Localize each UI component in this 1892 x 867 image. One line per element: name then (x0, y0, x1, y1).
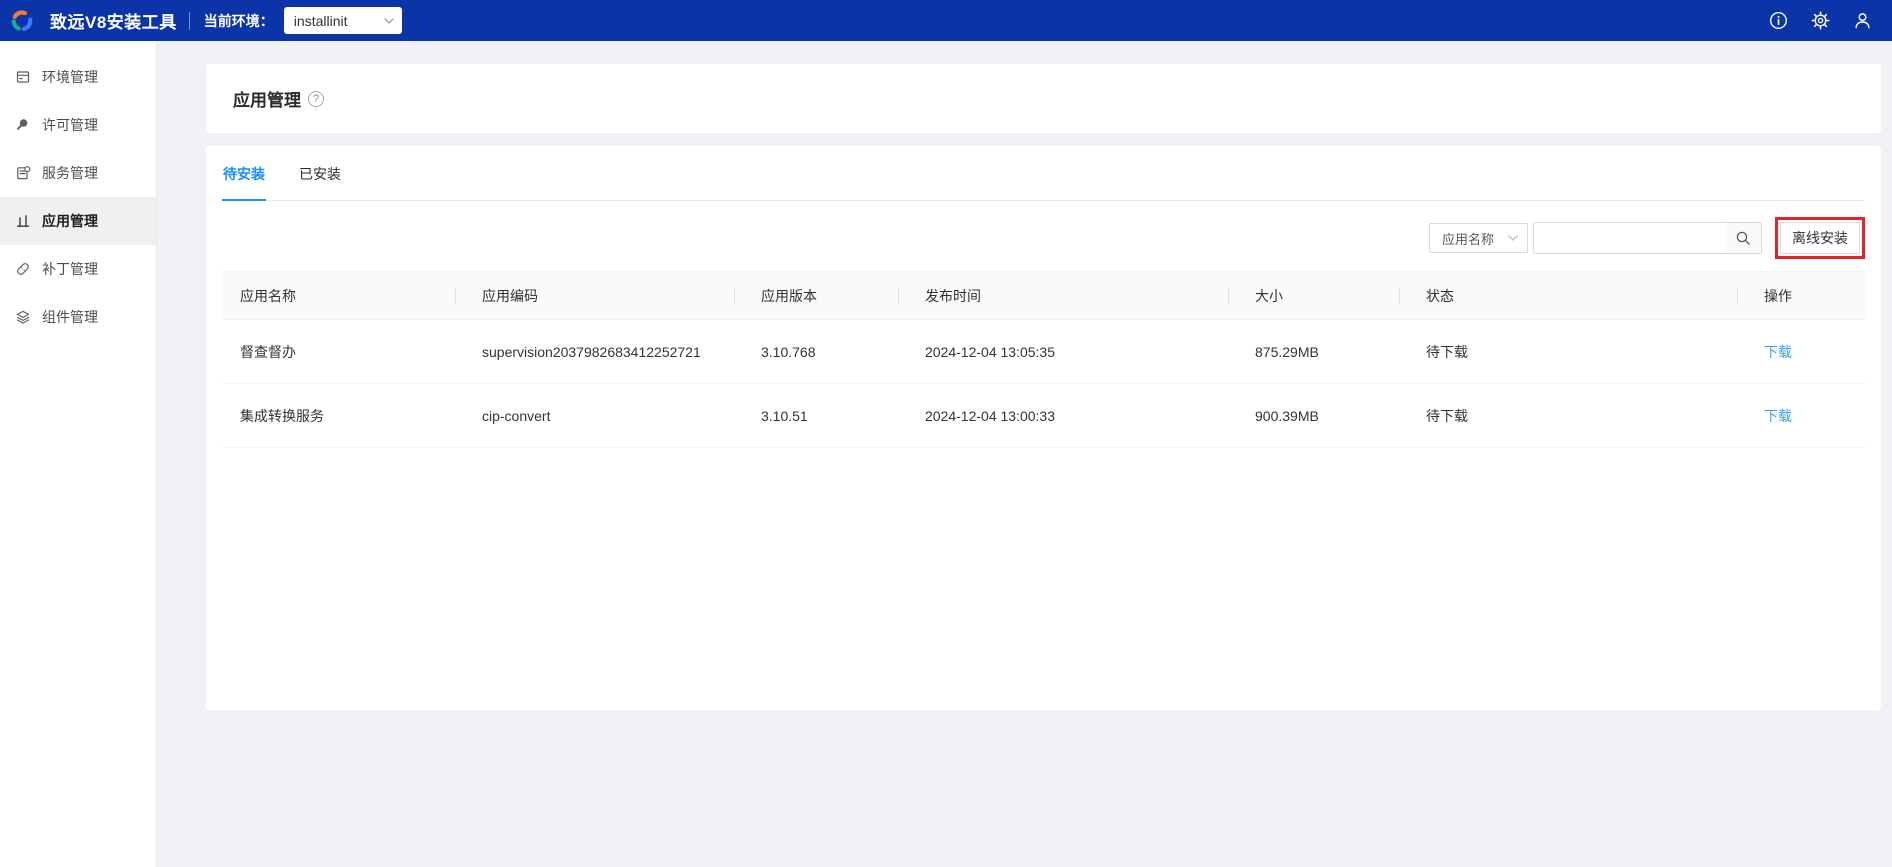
app-table: 应用名称 应用编码 应用版本 发布时间 大小 状态 操作 督查督办 superv (222, 271, 1865, 448)
app-root: 致远V8安装工具 当前环境： installinit 环境管理 许可管理 服务管… (0, 0, 1892, 867)
cell-app-name: 督查督办 (222, 319, 456, 384)
cell-app-code: cip-convert (456, 383, 735, 448)
page-header-card: 应用管理 ? (206, 64, 1881, 133)
chevron-down-icon (1508, 235, 1518, 241)
license-icon (15, 117, 31, 133)
sidebar-item-label: 服务管理 (42, 165, 98, 181)
environment-label: 当前环境： (203, 12, 274, 29)
column-publish-time: 发布时间 (899, 271, 1229, 320)
sidebar-item-service[interactable]: 服务管理 (0, 149, 156, 197)
sidebar-item-license[interactable]: 许可管理 (0, 101, 156, 149)
sidebar-item-label: 补丁管理 (42, 261, 98, 277)
info-icon[interactable] (1769, 11, 1788, 30)
search-icon[interactable] (1725, 223, 1761, 253)
cell-app-name: 集成转换服务 (222, 383, 456, 448)
sidebar: 环境管理 许可管理 服务管理 应用管理 补丁管理 组件管理 (0, 41, 157, 867)
topbar-divider (188, 11, 190, 30)
cell-size: 900.39MB (1229, 383, 1400, 448)
column-action: 操作 (1738, 271, 1865, 320)
table-row: 督查督办 supervision2037982683412252721 3.10… (222, 319, 1865, 384)
cell-publish-time: 2024-12-04 13:05:35 (899, 319, 1229, 384)
cell-app-version: 3.10.768 (735, 319, 899, 384)
cell-publish-time: 2024-12-04 13:00:33 (899, 383, 1229, 448)
sidebar-item-application[interactable]: 应用管理 (0, 197, 156, 245)
column-status: 状态 (1400, 271, 1738, 320)
column-app-code: 应用编码 (456, 271, 735, 320)
user-icon[interactable] (1853, 11, 1872, 30)
table-header-row: 应用名称 应用编码 应用版本 发布时间 大小 状态 操作 (222, 271, 1865, 320)
main-content: 应用管理 ? 待安装 已安装 应用名称 离线安装 应用名称 应用编码 应用版本 … (157, 41, 1892, 867)
content-card: 待安装 已安装 应用名称 离线安装 应用名称 应用编码 应用版本 发布时间 大小… (206, 146, 1881, 710)
cell-app-code: supervision2037982683412252721 (456, 319, 735, 384)
tab-pending-install[interactable]: 待安装 (222, 164, 266, 201)
gear-icon[interactable] (1811, 11, 1830, 30)
sidebar-item-component[interactable]: 组件管理 (0, 293, 156, 341)
sidebar-item-patch[interactable]: 补丁管理 (0, 245, 156, 293)
tab-bar: 待安装 已安装 (222, 146, 1865, 201)
topbar: 致远V8安装工具 当前环境： installinit (0, 0, 1892, 41)
offline-install-button[interactable]: 离线安装 (1780, 222, 1860, 254)
table-row: 集成转换服务 cip-convert 3.10.51 2024-12-04 13… (222, 383, 1865, 448)
toolbar: 应用名称 离线安装 (222, 217, 1865, 259)
logo-icon (11, 9, 33, 31)
patch-icon (15, 261, 31, 277)
sidebar-item-environment[interactable]: 环境管理 (0, 53, 156, 101)
component-icon (15, 309, 31, 325)
topbar-actions (1769, 11, 1872, 30)
column-app-version: 应用版本 (735, 271, 899, 320)
search-group (1533, 222, 1762, 254)
cell-size: 875.29MB (1229, 319, 1400, 384)
help-icon[interactable]: ? (308, 90, 324, 107)
cell-app-version: 3.10.51 (735, 383, 899, 448)
filter-select-value: 应用名称 (1442, 231, 1495, 247)
download-link[interactable]: 下载 (1764, 344, 1792, 360)
cell-status: 待下载 (1400, 383, 1738, 448)
cell-status: 待下载 (1400, 319, 1738, 384)
download-link[interactable]: 下载 (1764, 408, 1792, 424)
environment-select-value: installinit (293, 12, 348, 29)
environment-select[interactable]: installinit (283, 7, 402, 34)
sidebar-item-label: 许可管理 (42, 117, 98, 133)
sidebar-item-label: 应用管理 (42, 213, 98, 229)
sidebar-item-label: 组件管理 (42, 309, 98, 325)
column-app-name: 应用名称 (222, 271, 456, 320)
search-input[interactable] (1534, 223, 1725, 253)
filter-select[interactable]: 应用名称 (1429, 223, 1528, 253)
page-title: 应用管理 (233, 91, 301, 110)
application-icon (15, 213, 31, 229)
service-icon (15, 165, 31, 181)
app-title: 致远V8安装工具 (50, 13, 177, 32)
tab-installed[interactable]: 已安装 (298, 164, 342, 201)
column-size: 大小 (1229, 271, 1400, 320)
annotation-highlight-box: 离线安装 (1775, 217, 1865, 259)
sidebar-item-label: 环境管理 (42, 69, 98, 85)
environment-icon (15, 69, 31, 85)
chevron-down-icon (384, 17, 394, 24)
